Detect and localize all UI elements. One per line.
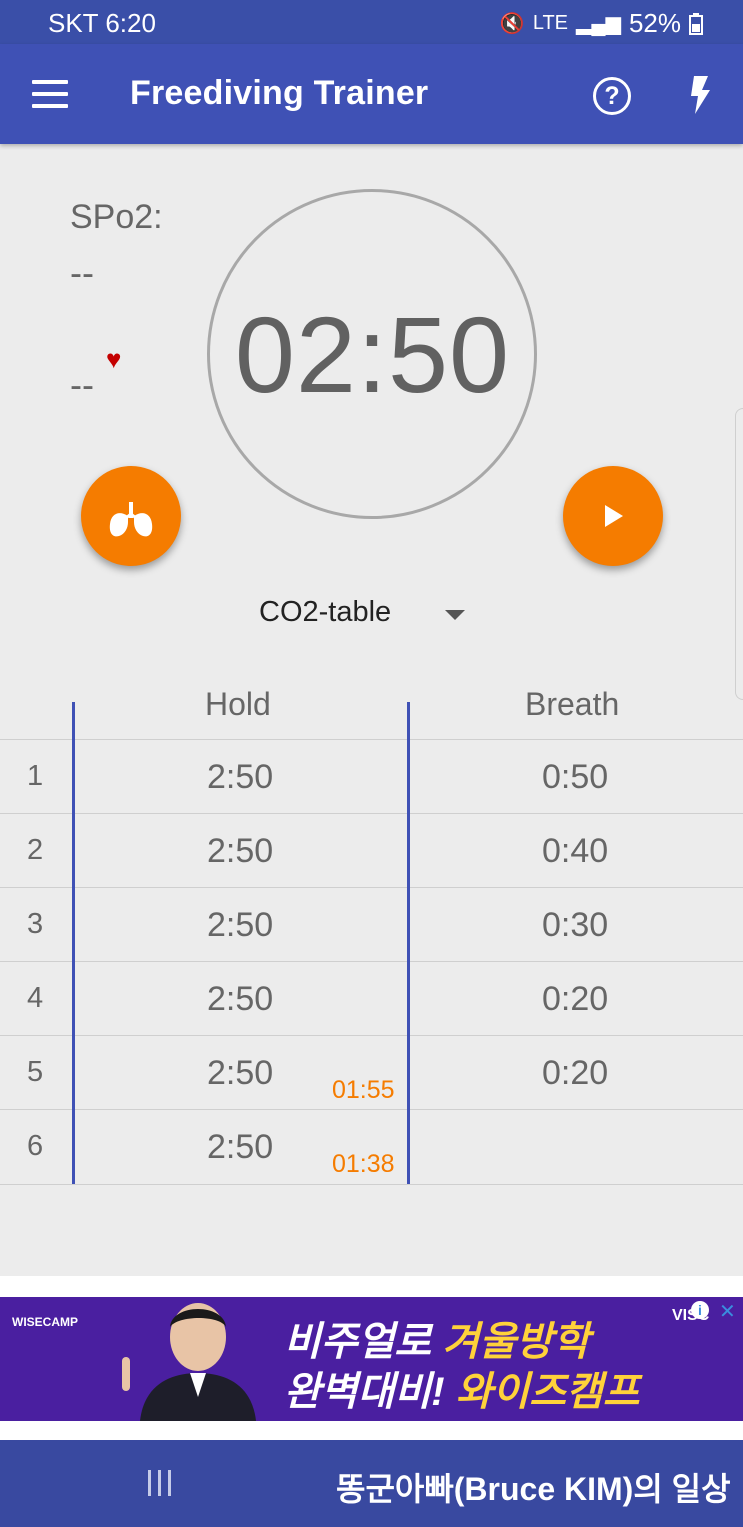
table-type-selected: CO2-table: [259, 596, 392, 628]
play-icon: [605, 505, 623, 527]
dropdown-caret-icon: [445, 610, 465, 620]
hamburger-menu-icon[interactable]: [32, 80, 68, 108]
row-number: 4: [27, 982, 44, 1014]
app-title: Freediving Trainer: [130, 74, 429, 112]
spo2-value: --: [70, 252, 94, 293]
heart-icon: ♥: [106, 344, 122, 374]
spo2-label: SPo2:: [70, 198, 163, 236]
table-row[interactable]: 6 2:50 01:38: [0, 1109, 743, 1184]
lungs-icon: [109, 502, 153, 537]
ad-close-icon[interactable]: ✕: [719, 1299, 736, 1324]
row-number: 5: [27, 1056, 44, 1088]
lte-icon: LTE: [532, 12, 569, 34]
breath-time: 0:30: [542, 906, 609, 944]
ad-headline-2-text: 완벽대비!: [284, 1370, 456, 1414]
column-divider: [72, 702, 75, 1184]
breath-time: 0:50: [542, 758, 609, 796]
actual-hold-time: 01:38: [332, 1150, 395, 1178]
hold-time: 2:50: [207, 1128, 274, 1166]
table-row[interactable]: 3 2:50 0:30: [0, 887, 743, 962]
status-icons: 🔇 LTE ▂▄▆ 52%: [500, 8, 703, 39]
carrier-time: SKT 6:20: [48, 8, 156, 38]
ad-banner[interactable]: WISECAMP 비주얼로 겨울방학 완벽대비! 와이즈캠프 VISC i ✕: [0, 1297, 743, 1421]
row-number: 3: [27, 908, 44, 940]
help-circle-icon[interactable]: ?: [593, 77, 631, 115]
battery-percent: 52%: [628, 8, 681, 38]
hold-time: 2:50: [207, 1054, 274, 1092]
ad-headline-2: 완벽대비! 와이즈캠프: [284, 1359, 640, 1417]
status-bar: SKT 6:20 🔇 LTE ▂▄▆ 52%: [0, 0, 743, 44]
signal-icon: ▂▄▆: [576, 13, 621, 35]
table-row[interactable]: 4 2:50 0:20: [0, 961, 743, 1036]
ad-headline-1-highlight: 겨울방학: [442, 1320, 590, 1364]
watermark-caption: 똥군아빠(Bruce KIM)의 일상: [336, 1471, 731, 1507]
table-row[interactable]: 5 2:50 01:55 0:20: [0, 1035, 743, 1110]
hold-column-header: Hold: [205, 686, 271, 722]
hold-time: 2:50: [207, 832, 274, 870]
table-type-dropdown[interactable]: CO2-table: [259, 596, 479, 636]
edge-panel-handle[interactable]: [735, 408, 743, 700]
app-bar: Freediving Trainer ?: [0, 44, 743, 144]
column-divider: [407, 702, 410, 1184]
play-button[interactable]: [563, 466, 663, 566]
table-bottom-divider: [0, 1184, 743, 1185]
actual-hold-time: 01:55: [332, 1076, 395, 1104]
ad-headline-2-highlight: 와이즈캠프: [455, 1370, 640, 1414]
ad-headline-1-text: 비주얼로: [284, 1320, 443, 1364]
timer-display: 02:50: [234, 294, 511, 415]
hold-time: 2:50: [207, 758, 274, 796]
ad-info-icon[interactable]: i: [691, 1301, 709, 1319]
table-row[interactable]: 1 2:50 0:50: [0, 739, 743, 814]
pulse-value: --: [70, 364, 94, 405]
row-number: 2: [27, 834, 44, 866]
breath-time: 0:40: [542, 832, 609, 870]
hold-time: 2:50: [207, 906, 274, 944]
ad-brand-logo: WISECAMP: [12, 1315, 78, 1329]
recents-icon[interactable]: [148, 1470, 178, 1496]
table-row[interactable]: 2 2:50 0:40: [0, 813, 743, 888]
hold-time: 2:50: [207, 980, 274, 1018]
row-number: 6: [27, 1130, 44, 1162]
system-nav-bar: 똥군아빠(Bruce KIM)의 일상: [0, 1440, 743, 1527]
battery-icon: [689, 12, 703, 35]
row-number: 1: [27, 760, 44, 792]
breathe-button[interactable]: [81, 466, 181, 566]
mute-icon: 🔇: [499, 13, 525, 35]
lightning-bolt-icon[interactable]: [684, 74, 716, 116]
breath-time: 0:20: [542, 980, 609, 1018]
breath-column-header: Breath: [525, 686, 620, 722]
breath-time: 0:20: [542, 1054, 609, 1092]
ad-person-image: [122, 1303, 256, 1421]
